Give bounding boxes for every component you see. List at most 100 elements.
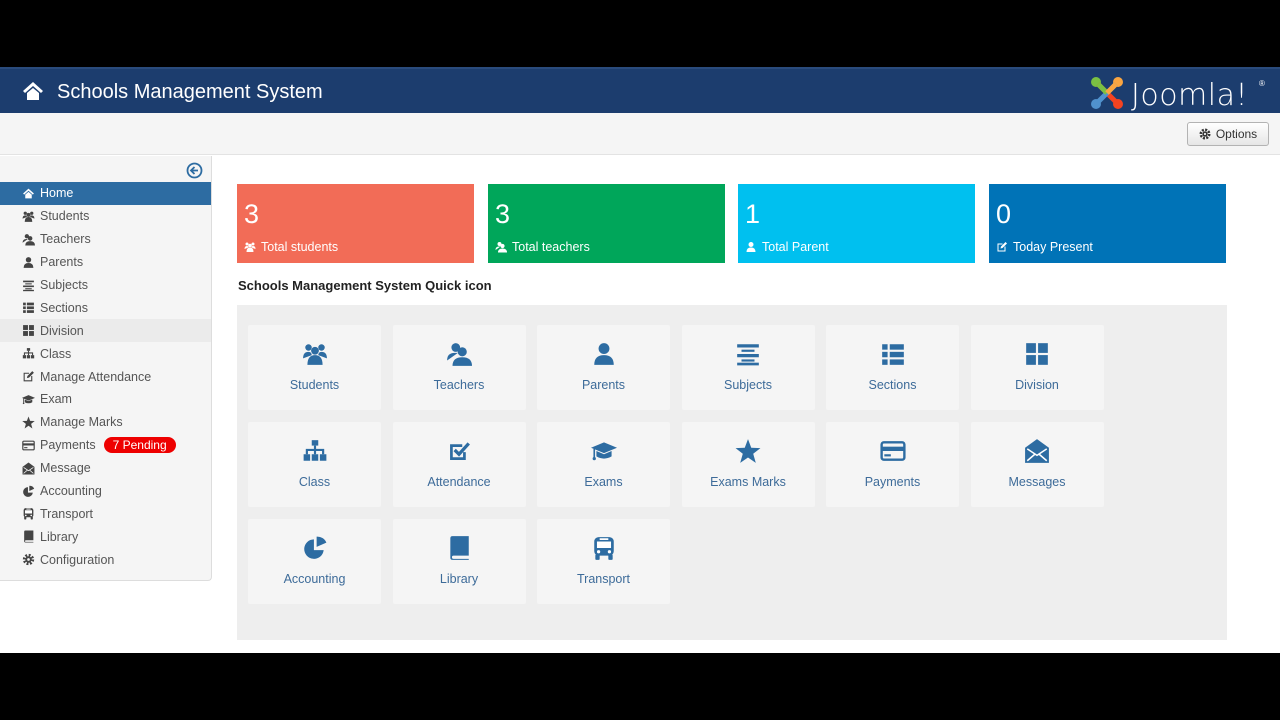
quick-icon-label: Students (289, 378, 340, 392)
edit-icon (23, 371, 34, 382)
sidebar-item-class[interactable]: Class (0, 342, 211, 365)
stat-value: 0 (996, 199, 1012, 229)
user-group-icon (22, 233, 35, 246)
quick-icon-label: Exams (584, 475, 623, 489)
sidebar-item-home[interactable]: Home (0, 182, 211, 205)
header-bar: Schools Management System Joomla! ® (0, 67, 1280, 113)
credit-card-icon (879, 441, 906, 461)
sidebar-item-label: Home (40, 186, 74, 201)
quick-icon-label: Transport (576, 572, 631, 586)
quick-icon-sections[interactable]: Sections (826, 325, 959, 410)
sidebar-item-manage-attendance[interactable]: Manage Attendance (0, 365, 211, 388)
quick-icon-label: Messages (1008, 475, 1066, 489)
sidebar-item-parents[interactable]: Parents (0, 251, 211, 274)
check-square-icon (450, 442, 470, 460)
sidebar-item-label: Teachers (40, 232, 91, 247)
quick-icon-label: Parents (581, 378, 626, 392)
quick-icon-label: Teachers (433, 378, 485, 392)
stat-card-total-teachers[interactable]: 3 Total teachers (488, 184, 725, 263)
home-icon[interactable] (22, 81, 44, 101)
bus-icon (23, 508, 34, 520)
sidebar-item-label: Library (40, 529, 79, 544)
joomla-logo[interactable]: Joomla! ® (1089, 75, 1269, 113)
sidebar-item-label: Configuration (40, 552, 115, 567)
align-center-icon (23, 280, 34, 291)
quick-icon-attendance[interactable]: Attendance (392, 422, 526, 507)
sidebar-item-label: Transport (40, 506, 94, 521)
quick-icon-label: Attendance (427, 475, 491, 489)
envelope-open-icon (1025, 439, 1049, 463)
quick-icon-students[interactable]: Students (248, 325, 381, 410)
user-group-icon (447, 343, 472, 366)
user-icon (593, 343, 614, 365)
sidebar-item-label: Class (40, 346, 72, 361)
sidebar-item-division[interactable]: Division (0, 319, 211, 343)
home-icon (23, 188, 34, 199)
quick-icon-label: Division (1015, 378, 1059, 392)
quick-icons-panel: Students Teachers Parents Subjects Sections D… (237, 305, 1227, 640)
sidebar-item-manage-marks[interactable]: Manage Marks (0, 411, 211, 434)
stat-label: Today Present (1013, 240, 1093, 254)
stat-value: 3 (244, 199, 260, 229)
quick-icon-label: Library (439, 572, 479, 586)
quick-icon-subjects[interactable]: Subjects (681, 325, 815, 410)
user-icon (23, 256, 34, 268)
stat-label: Total teachers (512, 240, 590, 254)
quick-icon-library[interactable]: Library (392, 519, 526, 604)
quick-icon-messages[interactable]: Messages (970, 422, 1104, 507)
sidebar-item-label: Students (40, 209, 90, 224)
cog-icon (1199, 128, 1211, 140)
stat-label: Total Parent (762, 240, 829, 254)
graduation-cap-icon (22, 395, 35, 405)
sitemap-icon (303, 440, 326, 461)
stat-card-total-students[interactable]: 3 Total students (237, 184, 474, 263)
quick-icon-label: Class (298, 475, 331, 489)
sidebar-item-teachers[interactable]: Teachers (0, 228, 211, 251)
stat-card-today-present[interactable]: 0 Today Present (989, 184, 1226, 263)
circle-arrow-left-icon[interactable] (186, 162, 203, 179)
stat-card-total-parent[interactable]: 1 Total Parent (738, 184, 975, 263)
sidebar-item-sections[interactable]: Sections (0, 296, 211, 319)
quick-icon-exams[interactable]: Exams (537, 422, 670, 507)
sidebar-item-transport[interactable]: Transport (0, 502, 211, 525)
quick-icon-accounting[interactable]: Accounting (248, 519, 381, 604)
stats-row: 3 Total students 3 Total teachers 1 Total … (237, 184, 1227, 264)
user-group-icon (495, 242, 507, 253)
options-label: Options (1215, 127, 1258, 141)
quick-icon-label: Subjects (724, 378, 772, 392)
joomla-logo-icon (1091, 77, 1123, 109)
stat-value: 1 (745, 199, 761, 229)
sidebar-item-configuration[interactable]: Configuration (0, 548, 211, 571)
quick-icon-transport[interactable]: Transport (537, 519, 670, 604)
joomla-brand-text: Joomla! (1131, 78, 1249, 113)
app-title: Schools Management System (57, 81, 323, 103)
star-icon (22, 416, 35, 429)
sidebar-item-students[interactable]: Students (0, 205, 211, 228)
graduation-cap-icon (590, 442, 617, 461)
quick-icon-teachers[interactable]: Teachers (392, 325, 526, 410)
user-icon (746, 242, 756, 252)
sidebar-item-accounting[interactable]: Accounting (0, 480, 211, 503)
cog-icon (22, 554, 35, 566)
align-center-icon (737, 344, 759, 366)
sidebar-item-library[interactable]: Library (0, 525, 211, 548)
quick-icon-division[interactable]: Division (970, 325, 1104, 410)
quick-icon-payments[interactable]: Payments (826, 422, 959, 507)
grid-icon (23, 325, 34, 337)
quick-icon-label: Accounting (283, 572, 346, 586)
sidebar-item-subjects[interactable]: Subjects (0, 274, 211, 297)
quick-icon-label: Payments (864, 475, 921, 489)
list-icon (23, 303, 34, 314)
envelope-open-icon (22, 462, 35, 475)
quick-icon-class[interactable]: Class (248, 422, 381, 507)
sidebar-item-exam[interactable]: Exam (0, 388, 211, 411)
options-button[interactable]: Options (1187, 122, 1269, 146)
sidebar-item-label: Manage Attendance (40, 369, 152, 384)
quick-icon-exams-marks[interactable]: Exams Marks (681, 422, 815, 507)
sidebar-item-payments[interactable]: Payments 7 Pending (0, 434, 211, 457)
users-icon (22, 211, 35, 222)
quick-icons-title: Schools Management System Quick icon (238, 278, 492, 293)
quick-icon-parents[interactable]: Parents (537, 325, 670, 410)
sidebar-item-message[interactable]: Message (0, 457, 211, 480)
bus-icon (593, 537, 614, 560)
